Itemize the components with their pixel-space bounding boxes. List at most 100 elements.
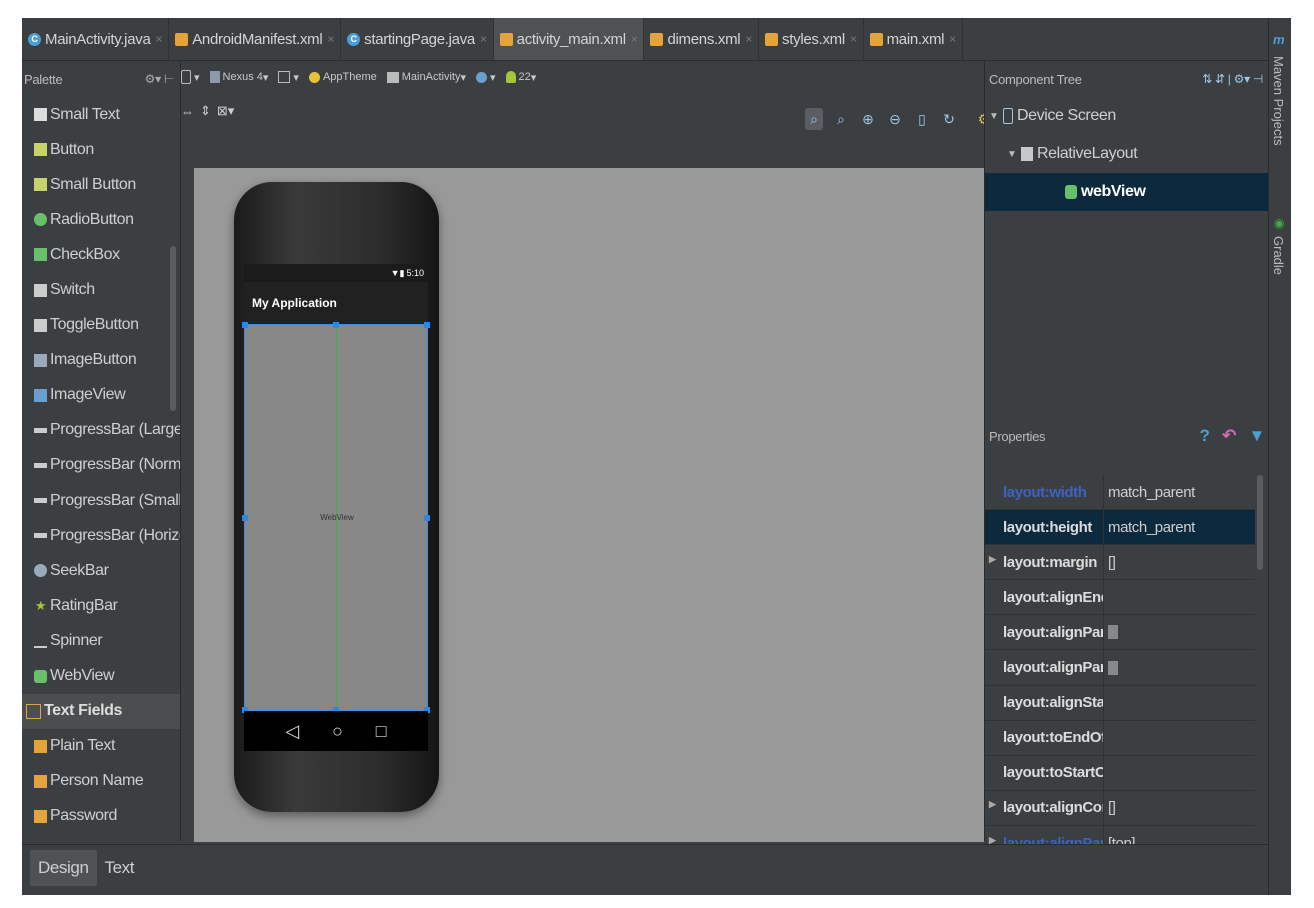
palette-item[interactable]: ProgressBar (Norma bbox=[22, 448, 180, 483]
expand-arrow-icon[interactable]: ▶ bbox=[989, 799, 996, 810]
palette-item[interactable]: WebView bbox=[22, 659, 180, 694]
editor-tab[interactable]: styles.xml × bbox=[759, 18, 864, 60]
property-row[interactable]: layout:alignParentl bbox=[985, 615, 1255, 651]
filter-icon[interactable]: ▼ bbox=[1248, 426, 1265, 445]
toggle-height-icon[interactable]: ⇕ bbox=[200, 103, 211, 119]
property-row[interactable]: ▶ layout:margin [] bbox=[985, 545, 1255, 581]
api-level-selector[interactable]: 22 ▾ bbox=[505, 71, 536, 84]
palette-item[interactable]: Small Text bbox=[22, 97, 180, 132]
palette-item[interactable]: ★ RatingBar bbox=[22, 588, 180, 623]
tree-node[interactable]: ▼ RelativeLayout bbox=[985, 135, 1268, 173]
editor-tab[interactable]: AndroidManifest.xml × bbox=[169, 18, 342, 60]
layout-options-icon[interactable]: ⊠▾ bbox=[217, 103, 234, 119]
property-value[interactable] bbox=[1103, 720, 1255, 755]
zoom-out-icon[interactable]: ⊖ bbox=[886, 108, 904, 130]
property-checkbox[interactable] bbox=[1108, 625, 1118, 640]
properties-scrollbar[interactable] bbox=[1257, 475, 1263, 570]
palette-item[interactable]: SeekBar bbox=[22, 553, 180, 588]
palette-item[interactable]: RadioButton bbox=[22, 202, 180, 237]
expand-arrow-icon[interactable]: ▼ bbox=[1007, 149, 1021, 160]
property-value[interactable] bbox=[1103, 615, 1255, 650]
palette-item[interactable]: ToggleButton bbox=[22, 308, 180, 343]
property-checkbox[interactable] bbox=[1108, 660, 1118, 675]
maven-projects-tab[interactable]: Maven Projects bbox=[1271, 56, 1286, 146]
palette-item[interactable]: ImageButton bbox=[22, 343, 180, 378]
zoom-to-fit-icon[interactable]: ⌕ bbox=[805, 108, 823, 130]
editor-tab[interactable]: C MainActivity.java × bbox=[22, 18, 170, 60]
orientation-selector[interactable]: ▾ bbox=[278, 71, 299, 84]
close-tab-icon[interactable]: × bbox=[480, 32, 487, 46]
palette-item[interactable]: Plain Text bbox=[22, 729, 180, 764]
close-tab-icon[interactable]: × bbox=[949, 32, 956, 46]
resize-handle[interactable] bbox=[242, 322, 248, 328]
property-value[interactable]: [] bbox=[1103, 545, 1255, 580]
palette-item[interactable]: ProgressBar (Horizo bbox=[22, 518, 180, 553]
palette-item-label: Small Button bbox=[50, 175, 136, 193]
editor-tab[interactable]: dimens.xml × bbox=[644, 18, 760, 60]
resize-handle[interactable] bbox=[424, 322, 430, 328]
zoom-actual-icon[interactable]: ⌕ bbox=[832, 108, 850, 130]
capture-icon[interactable]: ▯ bbox=[913, 108, 931, 130]
property-value[interactable]: match_parent bbox=[1103, 510, 1255, 545]
property-row[interactable]: layout:width match_parent bbox=[985, 475, 1255, 510]
property-row[interactable]: layout:alignParent! bbox=[985, 650, 1255, 686]
close-tab-icon[interactable]: × bbox=[850, 32, 857, 46]
property-row[interactable]: layout:toEndOf bbox=[985, 720, 1255, 756]
expand-arrow-icon[interactable]: ▼ bbox=[989, 111, 1003, 122]
tree-node-label: Device Screen bbox=[1017, 107, 1116, 124]
palette-item[interactable]: Spinner bbox=[22, 623, 180, 658]
property-value[interactable] bbox=[1103, 685, 1255, 720]
property-value[interactable] bbox=[1103, 580, 1255, 615]
refresh-icon[interactable]: ↻ bbox=[940, 108, 958, 130]
locale-selector[interactable]: ▾ bbox=[475, 71, 496, 84]
property-row[interactable]: layout:alignEnd bbox=[985, 580, 1255, 616]
close-tab-icon[interactable]: × bbox=[156, 32, 163, 46]
design-canvas[interactable]: ▼▮ 5:10 My Application WebView ◁ ○ □ bbox=[194, 168, 984, 842]
editor-tab[interactable]: activity_main.xml × bbox=[493, 18, 645, 60]
property-value[interactable]: match_parent bbox=[1103, 475, 1255, 509]
palette-item[interactable]: Switch bbox=[22, 272, 180, 307]
restore-icon[interactable]: ↶ bbox=[1222, 426, 1236, 445]
zoom-in-icon[interactable]: ⊕ bbox=[859, 108, 877, 130]
resize-handle[interactable] bbox=[333, 322, 339, 328]
property-value[interactable]: [] bbox=[1103, 790, 1255, 825]
expand-arrow-icon[interactable]: ▶ bbox=[989, 554, 996, 565]
palette-settings-icon[interactable]: ⚙▾ ⊢ bbox=[145, 72, 175, 86]
toggle-width-icon[interactable]: ⇔ bbox=[181, 104, 194, 119]
tab-design[interactable]: Design bbox=[30, 850, 97, 886]
property-row[interactable]: layout:alignStart bbox=[985, 685, 1255, 721]
device-orientation-button[interactable]: ▾ bbox=[181, 70, 200, 84]
activity-selector[interactable]: MainActivity ▾ bbox=[386, 71, 466, 84]
component-tree-tools-icon[interactable]: ⇅ ⇵ | ⚙▾ ⊣ bbox=[1202, 72, 1263, 86]
textfield-icon bbox=[34, 774, 47, 788]
close-tab-icon[interactable]: × bbox=[745, 32, 752, 46]
webview-component[interactable]: WebView bbox=[242, 322, 430, 713]
palette-item[interactable]: Button bbox=[22, 132, 180, 167]
tab-text[interactable]: Text bbox=[97, 850, 143, 886]
device-screen[interactable]: ▼▮ 5:10 My Application WebView ◁ ○ □ bbox=[242, 264, 430, 751]
palette-item[interactable]: Password bbox=[22, 799, 180, 834]
property-row[interactable]: layout:height match_parent bbox=[985, 510, 1255, 546]
editor-tab[interactable]: CstartingPage.java × bbox=[341, 18, 494, 60]
editor-tab[interactable]: main.xml × bbox=[864, 18, 963, 60]
palette-item[interactable]: ImageView bbox=[22, 378, 180, 413]
palette-scrollbar[interactable] bbox=[170, 246, 176, 411]
tree-node[interactable]: ▼ Device Screen bbox=[985, 97, 1268, 135]
palette-item[interactable]: Person Name bbox=[22, 764, 180, 799]
close-tab-icon[interactable]: × bbox=[631, 32, 638, 46]
help-icon[interactable]: ? bbox=[1200, 426, 1210, 445]
property-value[interactable] bbox=[1103, 755, 1255, 790]
close-tab-icon[interactable]: × bbox=[327, 32, 334, 46]
palette-item[interactable]: CheckBox bbox=[22, 237, 180, 272]
property-row[interactable]: ▶ layout:alignCompo [] bbox=[985, 790, 1255, 826]
palette-item[interactable]: ProgressBar (Large) bbox=[22, 413, 180, 448]
palette-item[interactable]: ProgressBar (Small) bbox=[22, 483, 180, 518]
palette-item[interactable]: Small Button bbox=[22, 167, 180, 202]
property-row[interactable]: layout:toStartOf bbox=[985, 755, 1255, 791]
tree-node[interactable]: webView bbox=[985, 173, 1268, 211]
device-selector[interactable]: Nexus 4 ▾ bbox=[209, 71, 268, 84]
palette-group-text-fields[interactable]: Text Fields bbox=[22, 693, 180, 729]
property-value[interactable] bbox=[1103, 650, 1255, 685]
theme-selector[interactable]: AppTheme bbox=[308, 71, 377, 83]
gradle-tab[interactable]: Gradle bbox=[1271, 236, 1286, 275]
